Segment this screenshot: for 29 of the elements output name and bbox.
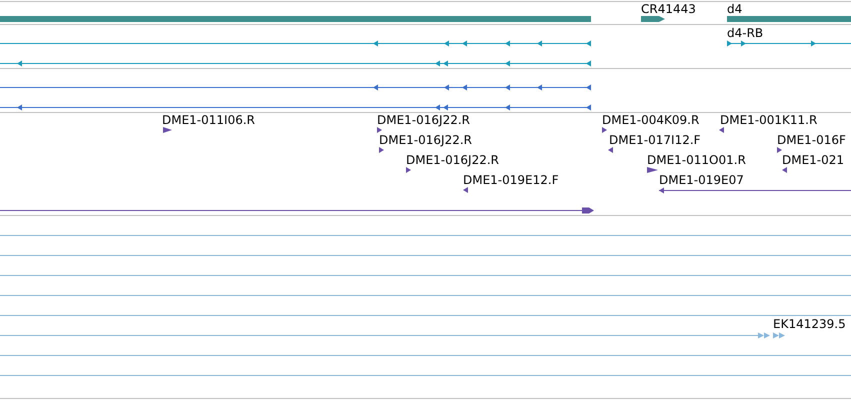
- clone-label: DME1-019E07: [659, 173, 744, 187]
- est-label: EK141239.5: [773, 317, 846, 331]
- clone-arrow-icon: [647, 167, 658, 173]
- clone-arrow-icon: [782, 167, 787, 173]
- clone-arrow-icon: [377, 127, 382, 133]
- clone-arrow-icon: [379, 147, 384, 153]
- clone-arrow-icon: [777, 147, 782, 153]
- clone-label: DME1-011I06.R: [162, 113, 256, 127]
- clone-label: DME1-016F: [777, 133, 846, 147]
- transcript-label: d4-RB: [727, 26, 764, 40]
- clone-label: DME1-004K09.R: [602, 113, 700, 127]
- clone-arrow-icon: [163, 127, 172, 133]
- clone-label: DME1-019E12.F: [463, 173, 559, 187]
- clone-label: DME1-001K11.R: [720, 113, 818, 127]
- clone-label: DME1-011O01.R: [647, 153, 746, 167]
- clone-arrow-icon: [463, 187, 468, 193]
- clone-arrow-icon: [719, 127, 724, 133]
- gene-label: d4: [727, 2, 742, 16]
- est-arrow-drawing: [758, 332, 785, 338]
- gene-label: CR41443: [641, 2, 696, 16]
- clone-label: DME1-017I12.F: [609, 133, 701, 147]
- clone-arrow-icon: [608, 147, 613, 153]
- gene-arrow-drawing: [641, 16, 665, 22]
- clone-label: DME1-021: [782, 153, 844, 167]
- clone-arrow-icon: [602, 127, 607, 133]
- clone-label: DME1-016J22.R: [379, 133, 472, 147]
- clone-arrow-icon: [406, 167, 411, 173]
- clone-label: DME1-016J22.R: [377, 113, 470, 127]
- clone-label: DME1-016J22.R: [406, 153, 500, 167]
